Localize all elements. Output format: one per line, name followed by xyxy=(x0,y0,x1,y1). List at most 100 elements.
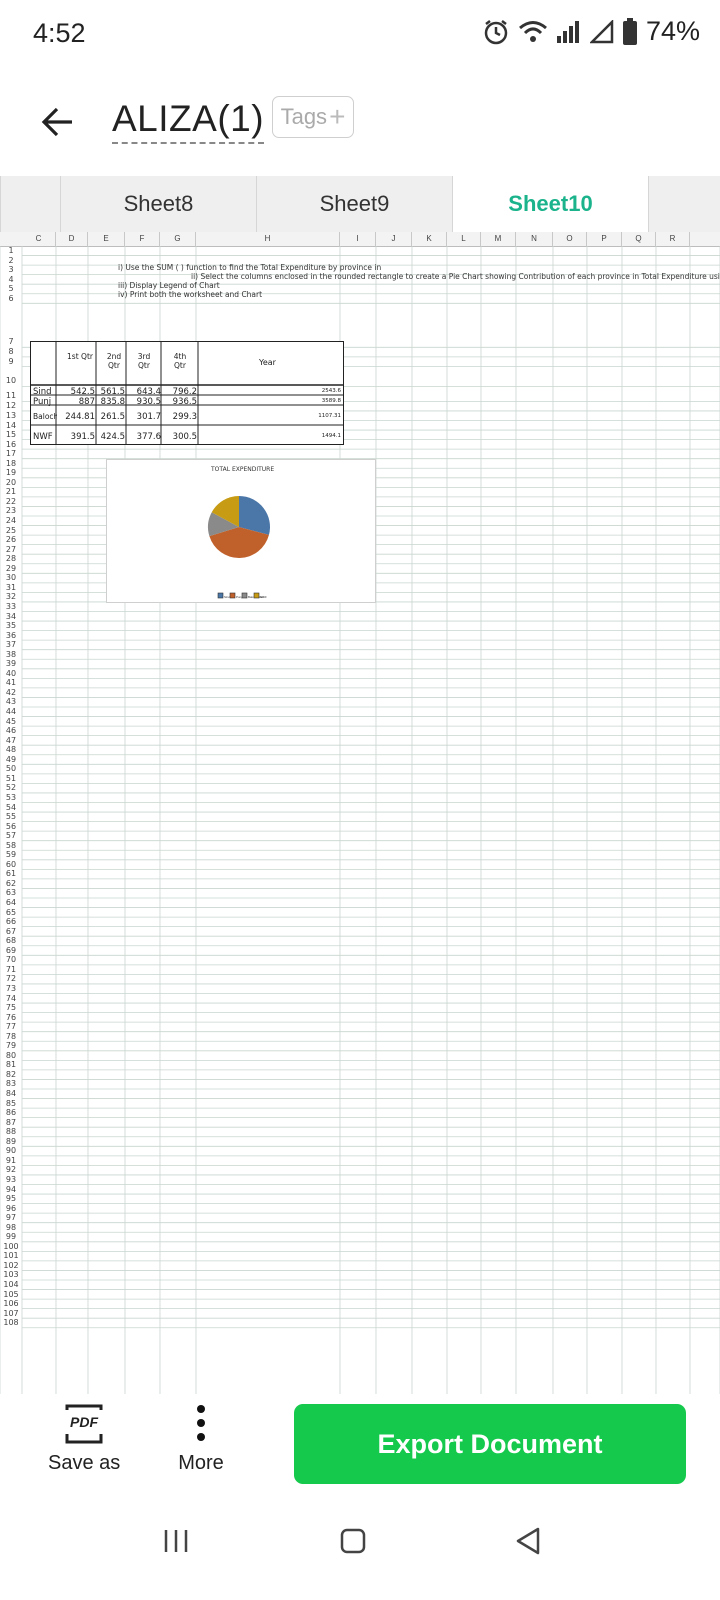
row-number[interactable]: 104 xyxy=(0,1280,22,1290)
row-number[interactable]: 48 xyxy=(0,745,22,755)
row-number[interactable]: 77 xyxy=(0,1022,22,1032)
row-number[interactable]: 42 xyxy=(0,688,22,698)
row-number[interactable]: 49 xyxy=(0,755,22,765)
row-number[interactable]: 10 xyxy=(0,376,22,386)
row-number[interactable]: 105 xyxy=(0,1290,22,1300)
row-number[interactable]: 40 xyxy=(0,669,22,679)
row-number[interactable]: 102 xyxy=(0,1261,22,1271)
row-number[interactable]: 88 xyxy=(0,1127,22,1137)
row-number[interactable]: 66 xyxy=(0,917,22,927)
row-number[interactable]: 76 xyxy=(0,1013,22,1023)
column-header-i[interactable]: I xyxy=(340,232,376,246)
row-number[interactable]: 68 xyxy=(0,936,22,946)
row-number[interactable]: 108 xyxy=(0,1318,22,1328)
tab-previous[interactable] xyxy=(0,176,60,232)
column-header-c[interactable]: C xyxy=(22,232,56,246)
column-header-g[interactable]: G xyxy=(160,232,196,246)
row-number[interactable]: 73 xyxy=(0,984,22,994)
row-number[interactable]: 63 xyxy=(0,888,22,898)
document-title[interactable]: ALIZA(1) xyxy=(112,98,265,144)
row-number[interactable]: 69 xyxy=(0,946,22,956)
row-number[interactable]: 15 xyxy=(0,430,22,440)
spreadsheet-view[interactable]: CDEFGHIJKLMNOPQR 1 2 3 4 5 6 7 8 9 10 11 12 13 14 15 16… xyxy=(0,232,720,1394)
row-number[interactable]: 5 xyxy=(0,284,22,294)
row-number[interactable]: 44 xyxy=(0,707,22,717)
row-number[interactable]: 14 xyxy=(0,421,22,431)
row-number[interactable]: 92 xyxy=(0,1165,22,1175)
row-number[interactable]: 67 xyxy=(0,927,22,937)
row-number[interactable]: 87 xyxy=(0,1118,22,1128)
column-header-p[interactable]: P xyxy=(587,232,622,246)
row-number[interactable]: 19 xyxy=(0,468,22,478)
cell-grid[interactable]: 1 2 3 4 5 6 7 8 9 10 11 12 13 14 15 16 17 18 19 20 21 22 23 24 2… xyxy=(0,246,720,1394)
row-number[interactable]: 81 xyxy=(0,1060,22,1070)
recent-apps-icon[interactable] xyxy=(164,1528,188,1554)
row-number[interactable]: 20 xyxy=(0,478,22,488)
row-number[interactable]: 97 xyxy=(0,1213,22,1223)
row-number[interactable]: 98 xyxy=(0,1223,22,1233)
row-number[interactable]: 100 xyxy=(0,1242,22,1252)
row-number[interactable]: 103 xyxy=(0,1270,22,1280)
row-number[interactable]: 107 xyxy=(0,1309,22,1319)
row-number[interactable]: 37 xyxy=(0,640,22,650)
row-number[interactable]: 43 xyxy=(0,697,22,707)
row-number[interactable]: 83 xyxy=(0,1079,22,1089)
row-number[interactable]: 6 xyxy=(0,294,22,304)
row-number[interactable]: 93 xyxy=(0,1175,22,1185)
row-number[interactable]: 70 xyxy=(0,955,22,965)
column-header-f[interactable]: F xyxy=(125,232,160,246)
row-number[interactable]: 38 xyxy=(0,650,22,660)
row-number[interactable]: 79 xyxy=(0,1041,22,1051)
row-number[interactable]: 59 xyxy=(0,850,22,860)
row-number[interactable]: 16 xyxy=(0,440,22,450)
row-number[interactable]: 75 xyxy=(0,1003,22,1013)
row-number[interactable]: 51 xyxy=(0,774,22,784)
row-number[interactable]: 52 xyxy=(0,783,22,793)
row-number[interactable]: 7 xyxy=(0,337,22,347)
row-number[interactable]: 96 xyxy=(0,1204,22,1214)
row-number[interactable]: 61 xyxy=(0,869,22,879)
row-number[interactable]: 101 xyxy=(0,1251,22,1261)
row-number[interactable]: 54 xyxy=(0,803,22,813)
row-number[interactable]: 91 xyxy=(0,1156,22,1166)
row-number[interactable]: 18 xyxy=(0,459,22,469)
column-header-h[interactable]: H xyxy=(196,232,340,246)
row-number[interactable]: 3 xyxy=(0,265,22,275)
row-number[interactable]: 71 xyxy=(0,965,22,975)
row-number[interactable]: 57 xyxy=(0,831,22,841)
row-number[interactable]: 22 xyxy=(0,497,22,507)
export-document-button[interactable]: Export Document xyxy=(294,1404,686,1484)
row-number[interactable]: 17 xyxy=(0,449,22,459)
row-number[interactable]: 45 xyxy=(0,717,22,727)
row-number[interactable]: 85 xyxy=(0,1099,22,1109)
row-number[interactable]: 11 xyxy=(0,391,22,401)
row-number[interactable]: 12 xyxy=(0,401,22,411)
row-number[interactable]: 64 xyxy=(0,898,22,908)
row-number[interactable]: 62 xyxy=(0,879,22,889)
row-number[interactable]: 80 xyxy=(0,1051,22,1061)
row-number[interactable]: 82 xyxy=(0,1070,22,1080)
row-number[interactable]: 47 xyxy=(0,736,22,746)
row-number[interactable]: 84 xyxy=(0,1089,22,1099)
column-header-q[interactable]: Q xyxy=(622,232,656,246)
row-number[interactable]: 31 xyxy=(0,583,22,593)
row-number[interactable]: 46 xyxy=(0,726,22,736)
column-header-r[interactable]: R xyxy=(656,232,690,246)
row-number[interactable]: 35 xyxy=(0,621,22,631)
row-number[interactable]: 29 xyxy=(0,564,22,574)
row-number[interactable]: 55 xyxy=(0,812,22,822)
back-nav-icon[interactable] xyxy=(514,1526,542,1556)
row-number[interactable]: 21 xyxy=(0,487,22,497)
row-number[interactable]: 2 xyxy=(0,256,22,266)
tab-sheet8[interactable]: Sheet8 xyxy=(60,176,256,232)
column-header-j[interactable]: J xyxy=(376,232,412,246)
row-number[interactable]: 60 xyxy=(0,860,22,870)
row-number[interactable]: 27 xyxy=(0,545,22,555)
tab-next[interactable] xyxy=(648,176,720,232)
row-number[interactable]: 25 xyxy=(0,526,22,536)
row-number[interactable]: 28 xyxy=(0,554,22,564)
row-number[interactable]: 30 xyxy=(0,573,22,583)
row-number[interactable]: 106 xyxy=(0,1299,22,1309)
row-number[interactable]: 4 xyxy=(0,275,22,285)
back-arrow-icon[interactable] xyxy=(40,104,76,140)
